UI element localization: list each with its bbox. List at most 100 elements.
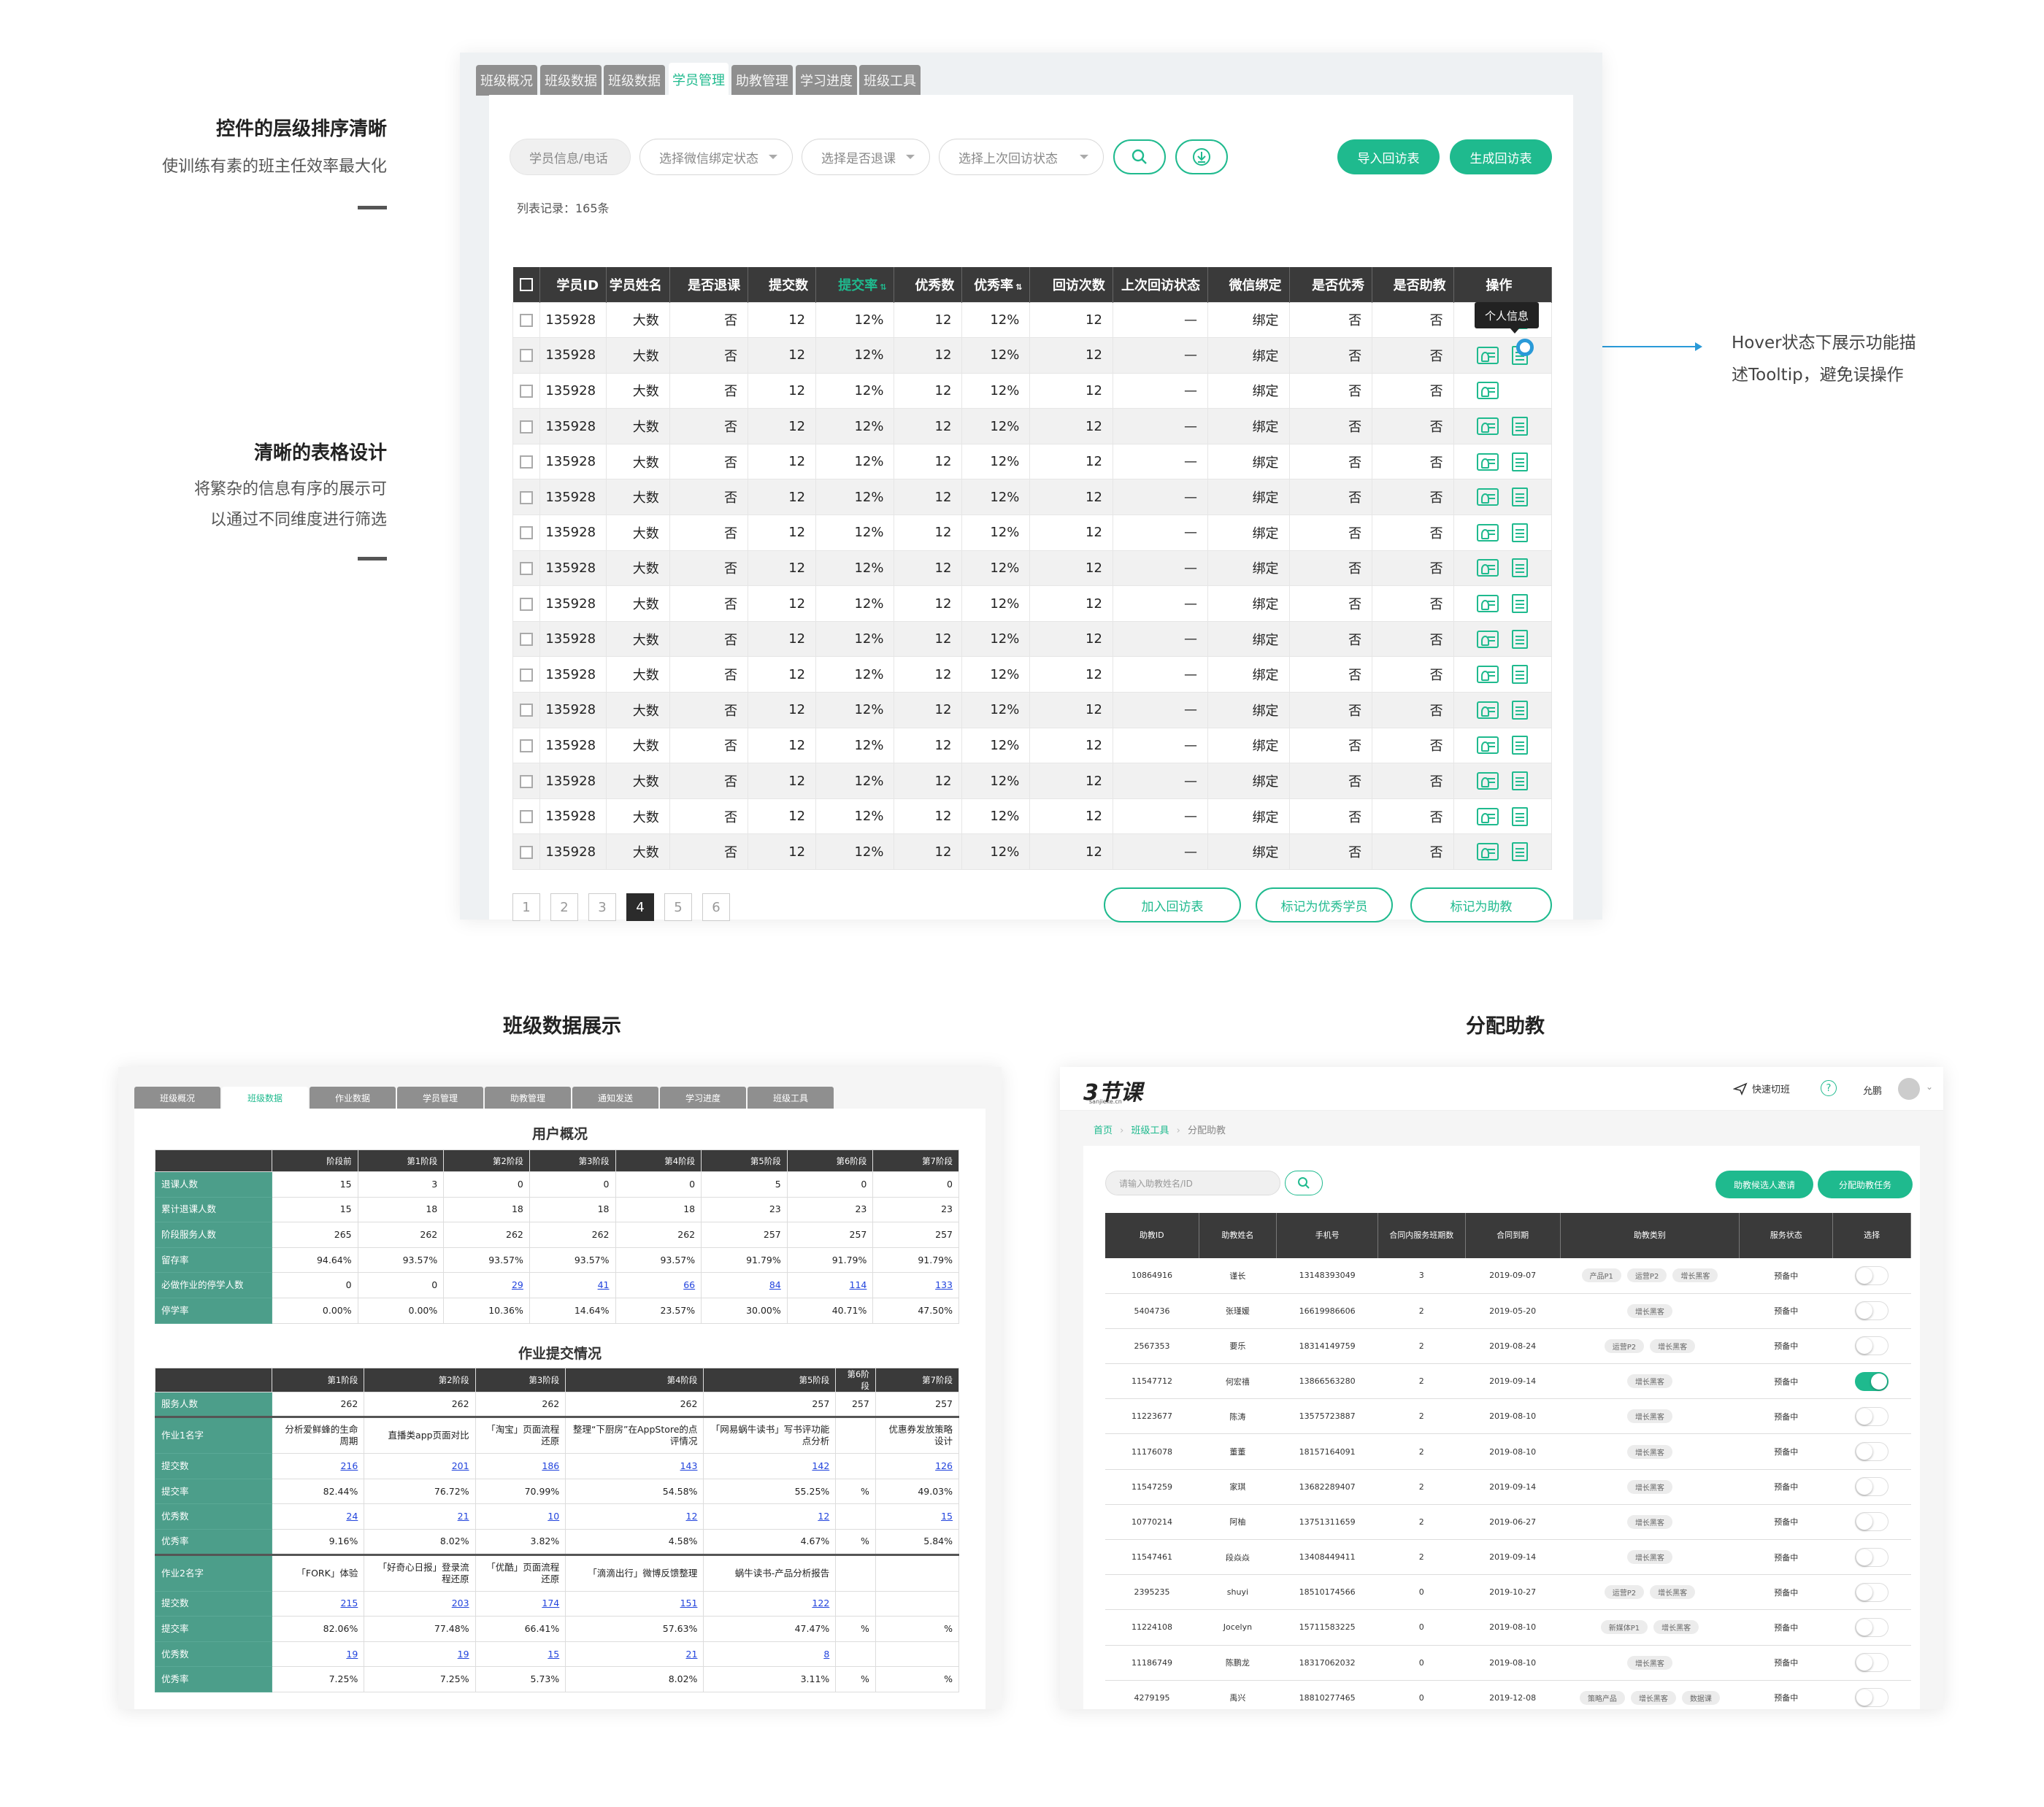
select-toggle[interactable]	[1855, 1477, 1889, 1497]
select-toggle[interactable]	[1855, 1336, 1889, 1356]
profile-card-icon[interactable]	[1477, 346, 1499, 364]
overview-link[interactable]: 84	[769, 1279, 781, 1290]
homework-link[interactable]: 24	[346, 1511, 358, 1522]
class-tab-0[interactable]: 班级概况	[134, 1087, 220, 1109]
row-checkbox[interactable]	[512, 550, 541, 587]
homework-link[interactable]: 203	[452, 1598, 469, 1608]
profile-card-icon[interactable]	[1477, 559, 1499, 577]
homework-link[interactable]: 21	[686, 1649, 698, 1660]
select-toggle[interactable]	[1855, 1582, 1889, 1602]
doc-icon[interactable]	[1512, 417, 1529, 436]
profile-card-icon[interactable]	[1477, 666, 1499, 684]
row-checkbox[interactable]	[512, 833, 541, 870]
profile-card-icon[interactable]	[1477, 417, 1499, 436]
homework-link[interactable]: 201	[452, 1460, 469, 1471]
page-1[interactable]: 1	[512, 893, 540, 921]
col-header-4[interactable]: 提交率 ⇅	[815, 267, 895, 302]
homework-link[interactable]: 174	[542, 1598, 559, 1608]
row-checkbox[interactable]	[512, 692, 541, 728]
homework-link[interactable]: 126	[935, 1460, 953, 1471]
import-visit-button[interactable]: 导入回访表	[1337, 139, 1440, 174]
select-toggle[interactable]	[1855, 1547, 1889, 1567]
homework-link[interactable]: 12	[686, 1511, 698, 1522]
overview-link[interactable]: 41	[598, 1279, 610, 1290]
select-toggle[interactable]	[1855, 1617, 1889, 1637]
profile-card-icon[interactable]	[1477, 523, 1499, 542]
page-2[interactable]: 2	[550, 893, 578, 921]
tab-2[interactable]: 班级数据	[604, 65, 665, 96]
profile-card-icon[interactable]	[1477, 382, 1499, 400]
profile-card-icon[interactable]	[1477, 772, 1499, 790]
doc-icon[interactable]	[1512, 771, 1529, 791]
row-checkbox[interactable]	[512, 301, 541, 339]
doc-icon[interactable]	[1512, 381, 1528, 400]
profile-card-icon[interactable]	[1477, 701, 1499, 719]
tab-1[interactable]: 班级数据	[540, 65, 602, 96]
select-toggle[interactable]	[1855, 1301, 1889, 1321]
ta-search-button[interactable]	[1285, 1171, 1323, 1195]
search-button[interactable]	[1113, 139, 1166, 174]
select-all-checkbox[interactable]	[512, 267, 541, 302]
row-checkbox[interactable]	[512, 798, 541, 835]
row-checkbox[interactable]	[512, 727, 541, 764]
page-6[interactable]: 6	[702, 893, 730, 921]
class-tab-5[interactable]: 通知发送	[572, 1087, 658, 1109]
overview-link[interactable]: 133	[935, 1279, 953, 1290]
doc-icon[interactable]	[1512, 452, 1529, 471]
select-toggle[interactable]	[1855, 1265, 1889, 1285]
homework-link[interactable]: 10	[548, 1511, 559, 1522]
select-toggle[interactable]	[1855, 1442, 1889, 1462]
page-3[interactable]: 3	[588, 893, 616, 921]
doc-icon[interactable]	[1512, 665, 1529, 685]
row-checkbox[interactable]	[512, 585, 541, 622]
tab-4[interactable]: 助教管理	[731, 65, 793, 96]
assign-task-button[interactable]: 分配助教任务	[1818, 1171, 1913, 1198]
doc-icon[interactable]	[1512, 736, 1529, 755]
chevron-down-icon[interactable]: ⌄	[1926, 1082, 1933, 1092]
homework-link[interactable]: 15	[548, 1649, 559, 1660]
doc-icon[interactable]	[1512, 806, 1529, 826]
select-toggle[interactable]	[1855, 1406, 1889, 1426]
row-checkbox[interactable]	[512, 479, 541, 516]
class-tab-7[interactable]: 班级工具	[748, 1087, 834, 1109]
overview-link[interactable]: 29	[512, 1279, 523, 1290]
download-button[interactable]	[1175, 139, 1228, 174]
select-toggle[interactable]	[1855, 1512, 1889, 1532]
homework-link[interactable]: 8	[823, 1649, 829, 1660]
profile-card-icon[interactable]	[1477, 630, 1499, 648]
profile-card-icon[interactable]	[1477, 807, 1499, 825]
page-4[interactable]: 4	[626, 893, 654, 921]
row-checkbox[interactable]	[512, 656, 541, 693]
homework-link[interactable]: 216	[340, 1460, 358, 1471]
class-tab-4[interactable]: 助教管理	[485, 1087, 571, 1109]
profile-card-icon[interactable]	[1477, 488, 1499, 506]
profile-card-icon[interactable]	[1477, 452, 1499, 471]
homework-link[interactable]: 21	[458, 1511, 469, 1522]
homework-link[interactable]: 122	[812, 1598, 829, 1608]
row-checkbox[interactable]	[512, 515, 541, 551]
row-checkbox[interactable]	[512, 408, 541, 444]
tab-3[interactable]: 学员管理	[669, 63, 729, 96]
generate-visit-button[interactable]: 生成回访表	[1450, 139, 1552, 174]
tab-0[interactable]: 班级概况	[476, 65, 537, 96]
select-toggle[interactable]	[1855, 1688, 1889, 1708]
homework-link[interactable]: 143	[680, 1460, 698, 1471]
homework-link[interactable]: 151	[680, 1598, 698, 1608]
doc-icon[interactable]	[1512, 558, 1529, 578]
mark-excellent-button[interactable]: 标记为优秀学员	[1256, 887, 1393, 922]
class-tab-3[interactable]: 学员管理	[397, 1087, 483, 1109]
select-toggle[interactable]	[1855, 1653, 1889, 1673]
doc-icon[interactable]	[1512, 594, 1529, 614]
ta-search-input[interactable]: 请输入助教姓名/ID	[1105, 1171, 1280, 1195]
homework-link[interactable]: 12	[818, 1511, 829, 1522]
doc-icon[interactable]	[1512, 700, 1529, 720]
last-visit-select[interactable]: 选择上次回访状态	[939, 139, 1104, 175]
dropout-select[interactable]: 选择是否退课	[802, 139, 930, 175]
tab-5[interactable]: 学习进度	[796, 65, 857, 96]
homework-link[interactable]: 186	[542, 1460, 559, 1471]
homework-link[interactable]: 19	[458, 1649, 469, 1660]
help-icon[interactable]: ?	[1821, 1080, 1837, 1096]
overview-link[interactable]: 66	[683, 1279, 695, 1290]
page-5[interactable]: 5	[664, 893, 692, 921]
class-tab-1[interactable]: 班级数据	[222, 1087, 308, 1109]
